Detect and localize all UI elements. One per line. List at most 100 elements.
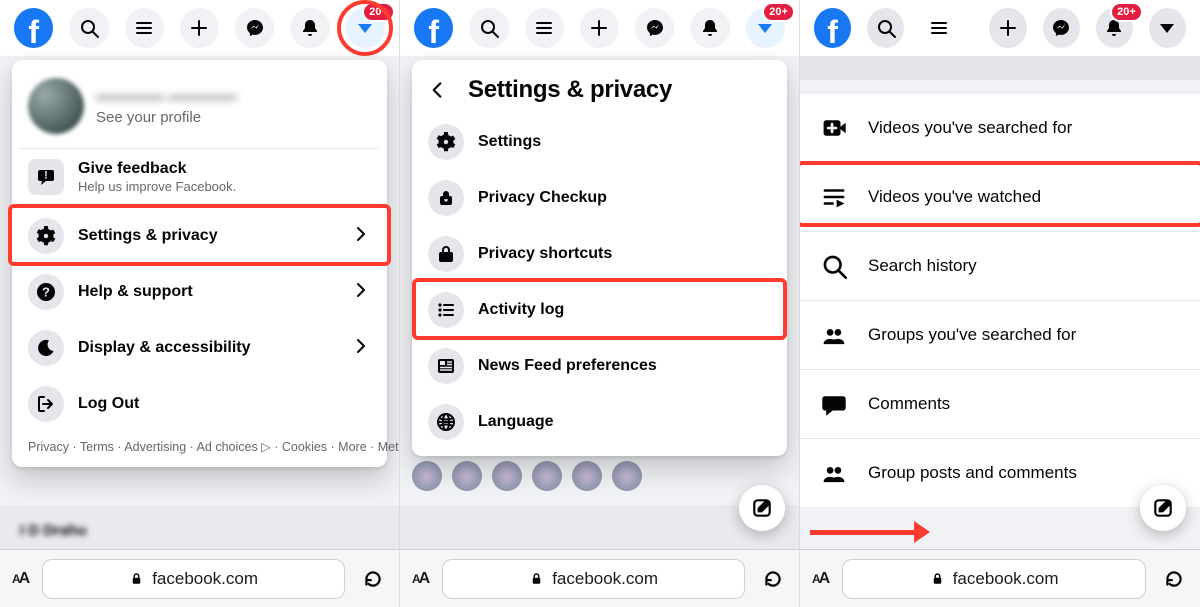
news-feed-preferences-label: News Feed preferences bbox=[478, 357, 657, 375]
compose-button[interactable] bbox=[1140, 485, 1186, 531]
give-feedback-row[interactable]: Give feedback Help us improve Facebook. bbox=[20, 149, 379, 206]
facebook-logo[interactable]: f bbox=[414, 8, 453, 48]
filter-videos-watched[interactable]: Videos you've watched bbox=[800, 163, 1200, 232]
chevron-right-icon bbox=[351, 224, 371, 249]
filter-group-posts-comments[interactable]: Group posts and comments bbox=[800, 439, 1200, 507]
groups-icon bbox=[818, 457, 850, 489]
url-domain: facebook.com bbox=[552, 569, 658, 589]
browser-bar: AA facebook.com bbox=[0, 549, 399, 607]
search-button[interactable] bbox=[69, 8, 108, 48]
notifications-button[interactable] bbox=[290, 8, 329, 48]
lock-icon bbox=[930, 571, 945, 586]
menu-button[interactable] bbox=[920, 8, 957, 48]
chevron-right-icon bbox=[351, 280, 371, 305]
news-feed-preferences-row[interactable]: News Feed preferences bbox=[420, 338, 779, 394]
notifications-button[interactable]: 20+ bbox=[1096, 8, 1133, 48]
privacy-checkup-label: Privacy Checkup bbox=[478, 189, 607, 207]
topbar: f 20+ bbox=[400, 0, 799, 56]
text-size-button[interactable]: AA bbox=[412, 570, 428, 588]
messenger-button[interactable] bbox=[235, 8, 274, 48]
text-size-button[interactable]: AA bbox=[12, 570, 28, 588]
browser-bar: AA facebook.com bbox=[800, 549, 1200, 607]
notifications-button[interactable] bbox=[690, 8, 729, 48]
help-icon bbox=[28, 274, 64, 310]
settings-privacy-row[interactable]: Settings & privacy bbox=[20, 208, 379, 264]
reload-button[interactable] bbox=[359, 565, 387, 593]
account-dropdown-button[interactable]: 20+ bbox=[746, 8, 785, 48]
messenger-button[interactable] bbox=[1043, 8, 1080, 48]
menu-button[interactable] bbox=[525, 8, 564, 48]
comment-icon bbox=[818, 388, 850, 420]
filter-groups-searched[interactable]: Groups you've searched for bbox=[800, 301, 1200, 370]
create-button[interactable] bbox=[180, 8, 219, 48]
logout-icon bbox=[28, 386, 64, 422]
panel-1-account-menu: f 20+ I D Drahu ———— ———— See your profi… bbox=[0, 0, 400, 607]
activity-log-label: Activity log bbox=[478, 301, 564, 319]
caret-down-icon bbox=[358, 24, 372, 33]
url-field[interactable]: facebook.com bbox=[842, 559, 1146, 599]
activity-filter-list: Videos you've searched for Videos you've… bbox=[800, 80, 1200, 507]
reload-button[interactable] bbox=[1160, 565, 1188, 593]
compose-button[interactable] bbox=[739, 485, 785, 531]
url-field[interactable]: facebook.com bbox=[42, 559, 345, 599]
caret-down-icon bbox=[758, 24, 772, 33]
footer-links[interactable]: Privacy · Terms · Advertising · Ad choic… bbox=[20, 432, 379, 461]
search-button[interactable] bbox=[469, 8, 508, 48]
log-out-label: Log Out bbox=[78, 395, 139, 413]
globe-icon bbox=[428, 404, 464, 440]
privacy-checkup-icon bbox=[428, 180, 464, 216]
gear-icon bbox=[28, 218, 64, 254]
chevron-right-icon bbox=[351, 336, 371, 361]
url-domain: facebook.com bbox=[152, 569, 258, 589]
browser-bar: AA facebook.com bbox=[400, 549, 799, 607]
profile-link[interactable]: ———— ———— See your profile bbox=[20, 68, 379, 149]
help-support-row[interactable]: Help & support bbox=[20, 264, 379, 320]
url-field[interactable]: facebook.com bbox=[442, 559, 745, 599]
gear-icon bbox=[428, 124, 464, 160]
account-dropdown-button[interactable] bbox=[1149, 8, 1186, 48]
text-size-button[interactable]: AA bbox=[812, 570, 828, 588]
activity-log-row[interactable]: Activity log bbox=[420, 282, 779, 338]
notifications-badge: 20+ bbox=[1110, 2, 1143, 22]
log-out-row[interactable]: Log Out bbox=[20, 376, 379, 432]
language-label: Language bbox=[478, 413, 554, 431]
groups-icon bbox=[818, 319, 850, 351]
account-menu-card: ———— ———— See your profile Give feedback… bbox=[12, 60, 387, 467]
panel-3-activity-filters: f 20+ Videos you've searched for Videos bbox=[800, 0, 1200, 607]
privacy-checkup-row[interactable]: Privacy Checkup bbox=[420, 170, 779, 226]
feedback-icon bbox=[28, 159, 64, 195]
back-button[interactable] bbox=[424, 77, 450, 103]
topbar: f 20+ bbox=[0, 0, 399, 56]
facebook-logo[interactable]: f bbox=[814, 8, 851, 48]
avatar bbox=[28, 78, 84, 134]
facebook-logo[interactable]: f bbox=[14, 8, 53, 48]
search-icon bbox=[818, 250, 850, 282]
settings-label: Settings bbox=[478, 133, 541, 151]
list-icon bbox=[428, 292, 464, 328]
create-button[interactable] bbox=[989, 8, 1026, 48]
language-row[interactable]: Language bbox=[420, 394, 779, 450]
filter-comments[interactable]: Comments bbox=[800, 370, 1200, 439]
privacy-shortcuts-row[interactable]: Privacy shortcuts bbox=[420, 226, 779, 282]
create-button[interactable] bbox=[580, 8, 619, 48]
settings-privacy-label: Settings & privacy bbox=[78, 227, 218, 245]
privacy-shortcuts-label: Privacy shortcuts bbox=[478, 245, 612, 263]
menu-button[interactable] bbox=[125, 8, 164, 48]
topbar: f 20+ bbox=[800, 0, 1200, 56]
give-feedback-label: Give feedback bbox=[78, 160, 236, 178]
settings-row[interactable]: Settings bbox=[420, 114, 779, 170]
caret-down-icon bbox=[1160, 24, 1174, 33]
reload-button[interactable] bbox=[759, 565, 787, 593]
search-button[interactable] bbox=[867, 8, 904, 48]
account-dropdown-button[interactable]: 20+ bbox=[346, 8, 385, 48]
help-support-label: Help & support bbox=[78, 283, 193, 301]
give-feedback-sub: Help us improve Facebook. bbox=[78, 179, 236, 194]
moon-icon bbox=[28, 330, 64, 366]
messenger-button[interactable] bbox=[635, 8, 674, 48]
see-your-profile-label: See your profile bbox=[96, 109, 237, 126]
display-accessibility-row[interactable]: Display & accessibility bbox=[20, 320, 379, 376]
profile-name: ———— ———— bbox=[96, 87, 237, 107]
filter-search-history[interactable]: Search history bbox=[800, 232, 1200, 301]
filter-videos-searched[interactable]: Videos you've searched for bbox=[800, 94, 1200, 163]
settings-privacy-card: Settings & privacy Settings Privacy Chec… bbox=[412, 60, 787, 456]
